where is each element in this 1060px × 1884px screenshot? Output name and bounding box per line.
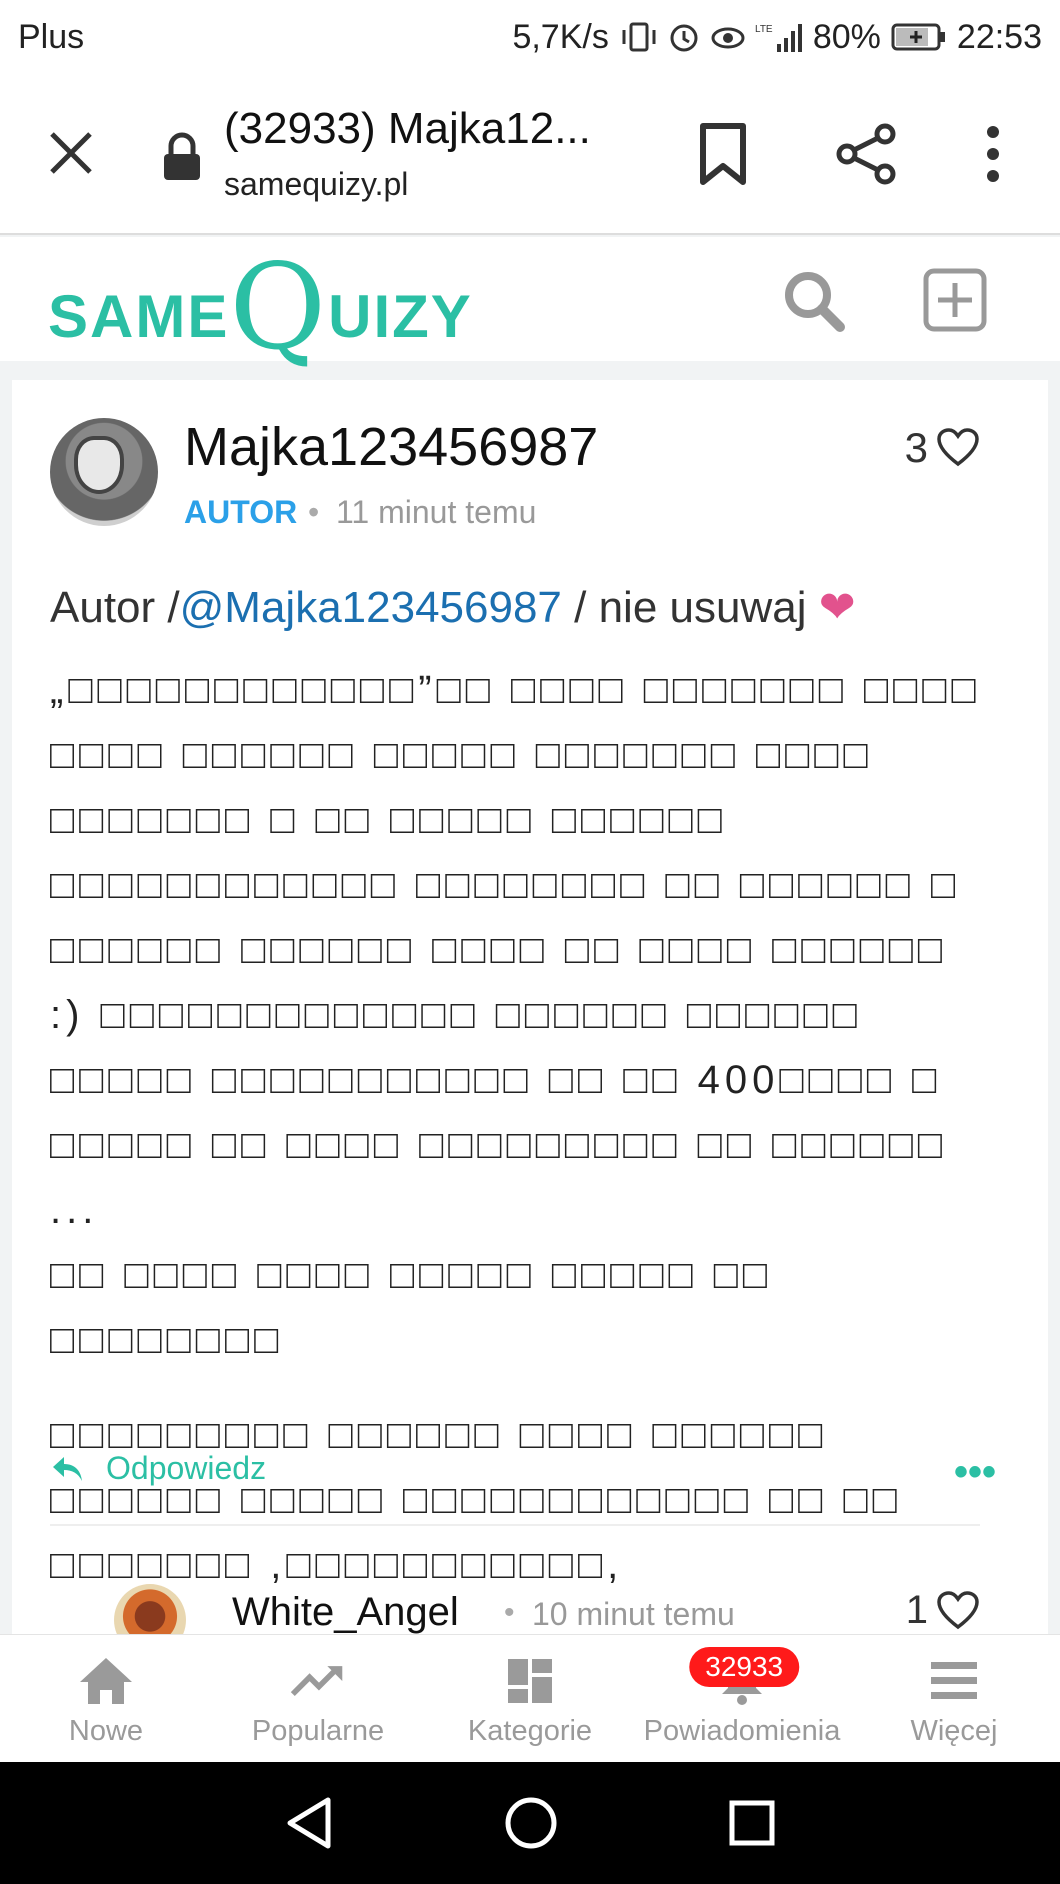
system-nav-bar xyxy=(0,1762,1060,1884)
comment-time: 11 minut temu xyxy=(336,494,537,530)
nav-item-powiadomienia[interactable]: 32933 Powiadomienia xyxy=(636,1635,848,1763)
battery-percent: 80% xyxy=(812,17,881,56)
separator-dot: • xyxy=(504,1596,515,1629)
more-options-button[interactable]: ••• xyxy=(954,1450,996,1495)
like-count: 3 xyxy=(904,424,928,471)
bottom-nav: Nowe Popularne Kategorie 32933 Powiadomi… xyxy=(0,1634,1060,1763)
site-header: SAME Q UIZY xyxy=(0,237,1060,376)
clock: 22:53 xyxy=(956,17,1042,56)
nav-label: Kategorie xyxy=(467,1715,593,1747)
menu-icon xyxy=(931,1662,977,1699)
home-icon xyxy=(80,1658,132,1704)
battery-icon xyxy=(891,23,945,51)
comment-author[interactable]: Majka123456987 xyxy=(184,416,598,478)
eye-icon xyxy=(711,27,745,49)
comment-card: Majka123456987 AUTOR • 11 minut temu 3 A… xyxy=(12,380,1048,1656)
author-badge: AUTOR xyxy=(184,494,298,530)
reply-author[interactable]: White_Angel xyxy=(232,1590,459,1635)
nav-item-popularne[interactable]: Popularne xyxy=(212,1635,424,1763)
categories-icon xyxy=(508,1659,552,1703)
nav-label: Więcej xyxy=(910,1715,998,1747)
comment-paragraph-1: „□□□□□□□□□□□□”□□ □□□□ □□□□□□□ □□□□ □□□□ … xyxy=(50,668,981,1232)
bookmark-icon[interactable] xyxy=(695,122,751,186)
nav-label: Popularne xyxy=(251,1715,385,1747)
add-quiz-icon[interactable] xyxy=(922,267,988,333)
reply-label: Odpowiedz xyxy=(106,1450,267,1486)
logo-q: Q xyxy=(229,238,329,376)
network-speed: 5,7K/s xyxy=(512,17,609,56)
back-icon[interactable] xyxy=(284,1796,334,1850)
status-right: 5,7K/s LTE 80% 22:53 xyxy=(512,18,1042,57)
notification-badge: 32933 xyxy=(689,1647,800,1687)
lock-icon xyxy=(164,132,200,180)
home-button-icon[interactable] xyxy=(504,1796,558,1850)
browser-toolbar: (32933) Majka12... samequizy.pl xyxy=(0,74,1060,235)
lead-prefix: Autor / xyxy=(50,583,180,632)
nav-item-wiecej[interactable]: Więcej xyxy=(848,1635,1060,1763)
logo-same: SAME xyxy=(48,283,230,350)
nav-item-kategorie[interactable]: Kategorie xyxy=(424,1635,636,1763)
recents-icon[interactable] xyxy=(728,1799,776,1847)
search-icon[interactable] xyxy=(782,269,846,333)
close-icon xyxy=(50,132,92,174)
divider xyxy=(50,1524,980,1526)
svg-text:LTE: LTE xyxy=(755,24,773,35)
avatar[interactable] xyxy=(50,418,158,526)
reply-time: 10 minut temu xyxy=(532,1596,735,1632)
site-logo[interactable]: SAME Q UIZY xyxy=(48,238,473,376)
tab-title[interactable]: (32933) Majka12... xyxy=(224,104,591,154)
nav-label: Nowe xyxy=(68,1715,144,1747)
vibrate-icon xyxy=(622,22,656,52)
reply-button[interactable]: Odpowiedz xyxy=(50,1450,266,1487)
nav-item-nowe[interactable]: Nowe xyxy=(0,1635,212,1763)
comment-paragraph-2: □□□□□□□□□ □□□□□□ □□□□ □□□□□□ □□□□□□ □□□□… xyxy=(50,1413,902,1587)
status-icons: LTE xyxy=(619,20,803,54)
reply-like-button[interactable]: 1 xyxy=(906,1588,980,1633)
comment-paragraph-1b: □□ □□□□ □□□□ □□□□□ □□□□□ □□ □□□□□□□□ xyxy=(50,1253,773,1362)
alarm-icon xyxy=(670,24,698,52)
avatar-face xyxy=(74,436,124,494)
carrier-label: Plus xyxy=(18,17,85,56)
heart-icon xyxy=(937,428,979,467)
reply-like-count: 1 xyxy=(905,1588,928,1632)
url-text[interactable]: samequizy.pl xyxy=(224,166,408,203)
logo-uizy: UIZY xyxy=(328,283,473,350)
nav-label: Powiadomienia xyxy=(643,1715,841,1747)
mention-link[interactable]: @Majka123456987 xyxy=(180,583,562,632)
close-tab-button[interactable] xyxy=(40,122,102,184)
separator-dot: • xyxy=(308,494,320,530)
lead-suffix: / nie usuwaj xyxy=(561,583,819,632)
like-button[interactable]: 3 xyxy=(905,424,980,472)
share-icon[interactable] xyxy=(835,122,899,186)
heart-emoji: ❤ xyxy=(818,583,856,632)
comment-lead: Autor /@Majka123456987 / nie usuwaj ❤ xyxy=(50,582,856,633)
status-bar: Plus 5,7K/s LTE 80% 22:53 xyxy=(0,0,1060,74)
reply-icon xyxy=(53,1456,82,1481)
trending-icon xyxy=(290,1666,343,1697)
overflow-menu-icon[interactable] xyxy=(978,122,1008,186)
heart-icon xyxy=(937,1590,979,1629)
signal-icon: LTE xyxy=(755,24,802,52)
